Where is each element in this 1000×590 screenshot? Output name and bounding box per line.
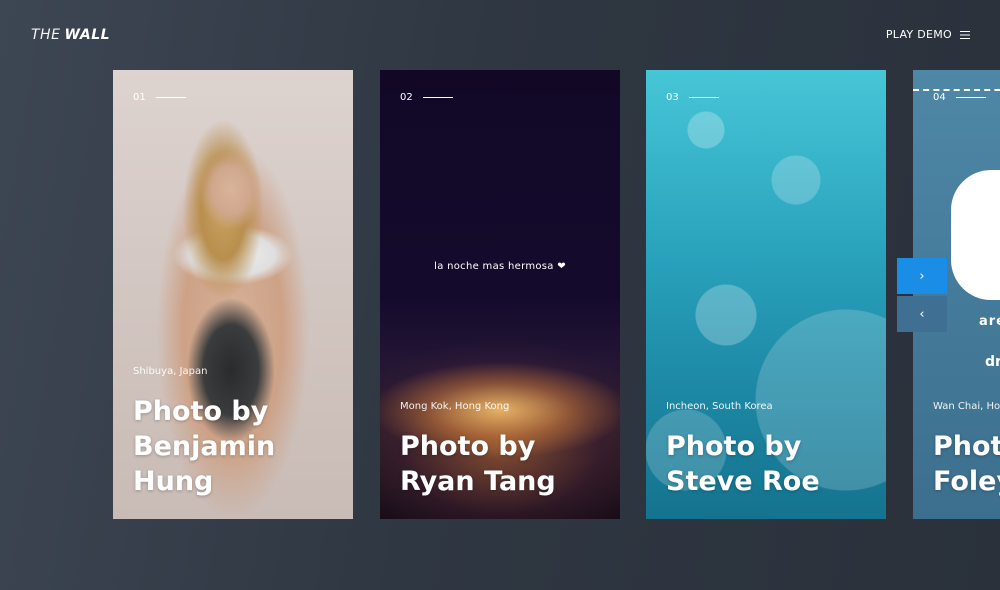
photo-card-1[interactable]: 01 Shibuya, Japan Photo by Benjamin Hung [113,70,353,519]
app-logo[interactable]: THE WALL [31,27,110,43]
card-location: Wan Chai, Hon [933,401,1000,412]
number-divider [155,97,186,98]
card-number-text: 04 [933,92,946,103]
play-demo-button[interactable]: PLAY DEMO [886,28,970,41]
previous-button[interactable]: ‹ [897,296,947,332]
hamburger-menu-icon[interactable] [960,30,970,40]
number-divider [955,97,986,98]
card-number: 04 [933,92,986,103]
number-divider [422,97,453,98]
card-number: 01 [133,92,186,103]
photo-card-4[interactable]: 04 are dr Wan Chai, Hon Photo Foley [913,70,1000,519]
card-title-line: Foley [933,466,1000,497]
card-location: Incheon, South Korea [666,401,773,412]
card-number-text: 02 [400,92,413,103]
poster-illustration [951,170,1000,300]
card-number: 02 [400,92,453,103]
poster-text: are [979,314,1000,329]
card-number: 03 [666,92,719,103]
poster-text: dr [985,354,1000,370]
number-divider [688,97,719,98]
card-title: Photo Foley [933,429,1000,499]
card-title: Photo by Ryan Tang [400,431,556,497]
chevron-right-icon: › [919,268,925,284]
photo-card-3[interactable]: 03 Incheon, South Korea Photo by Steve R… [646,70,886,519]
dashed-line [913,89,1000,91]
card-title: Photo by Benjamin Hung [133,396,276,497]
logo-wall: WALL [64,27,111,43]
next-button[interactable]: › [897,258,947,294]
card-location: Mong Kok, Hong Kong [400,401,510,412]
chevron-left-icon: ‹ [919,306,925,322]
card-title: Photo by Steve Roe [666,431,820,497]
photo-card-2[interactable]: 02 la noche mas hermosa ❤ Mong Kok, Hong… [380,70,620,519]
logo-the: THE [31,27,61,43]
card-location: Shibuya, Japan [133,366,208,377]
card-number-text: 01 [133,92,146,103]
card-number-text: 03 [666,92,679,103]
card-title-line: Photo [933,431,1000,462]
play-demo-label: PLAY DEMO [885,28,952,41]
photo-tagline: la noche mas hermosa ❤ [434,261,566,272]
card-carousel: 01 Shibuya, Japan Photo by Benjamin Hung… [113,70,1000,519]
